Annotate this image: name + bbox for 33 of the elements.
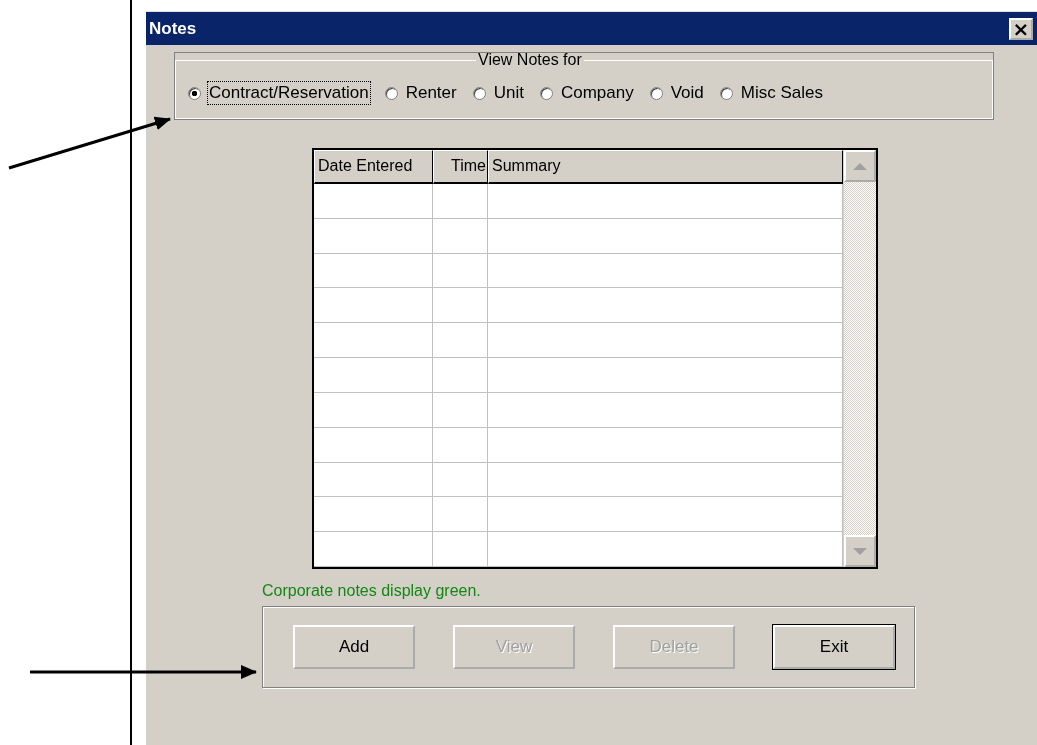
column-header[interactable]: Summary bbox=[488, 150, 843, 184]
table-cell bbox=[433, 184, 488, 219]
radio-button[interactable] bbox=[539, 86, 553, 100]
column-header[interactable]: Date Entered bbox=[314, 150, 433, 184]
radio-label[interactable]: Contract/Reservation bbox=[207, 81, 371, 105]
radio-label[interactable]: Unit bbox=[491, 81, 526, 105]
radio-label[interactable]: Company bbox=[558, 81, 636, 105]
table-cell bbox=[433, 427, 488, 463]
column-header[interactable]: Time bbox=[433, 150, 488, 184]
table-cell bbox=[433, 288, 488, 324]
radio-button[interactable] bbox=[188, 86, 201, 100]
window-title: Notes bbox=[149, 18, 197, 39]
scroll-up-button[interactable] bbox=[844, 150, 876, 182]
table-cell bbox=[433, 358, 488, 393]
note-text: Corporate notes display green. bbox=[262, 582, 482, 600]
table-cell bbox=[433, 392, 488, 428]
table-cell bbox=[433, 462, 488, 498]
close-button[interactable]: × bbox=[1009, 17, 1033, 40]
table-cell bbox=[433, 218, 488, 254]
action-button[interactable]: Add bbox=[293, 625, 415, 669]
radio-button[interactable] bbox=[384, 86, 398, 100]
scroll-down-button[interactable] bbox=[844, 535, 876, 567]
scrollbar[interactable] bbox=[843, 150, 876, 567]
radio-label[interactable]: Misc Sales bbox=[738, 81, 825, 105]
table-cell bbox=[433, 323, 488, 359]
action-button[interactable]: Exit bbox=[773, 625, 895, 669]
table-cell bbox=[433, 532, 488, 567]
radio-button[interactable] bbox=[719, 86, 733, 100]
radio-label[interactable]: Renter bbox=[403, 81, 459, 105]
group-label: View Notes for bbox=[477, 53, 583, 67]
table-cell bbox=[433, 253, 488, 289]
radio-label[interactable]: Void bbox=[668, 81, 706, 105]
table-cell bbox=[433, 497, 488, 533]
